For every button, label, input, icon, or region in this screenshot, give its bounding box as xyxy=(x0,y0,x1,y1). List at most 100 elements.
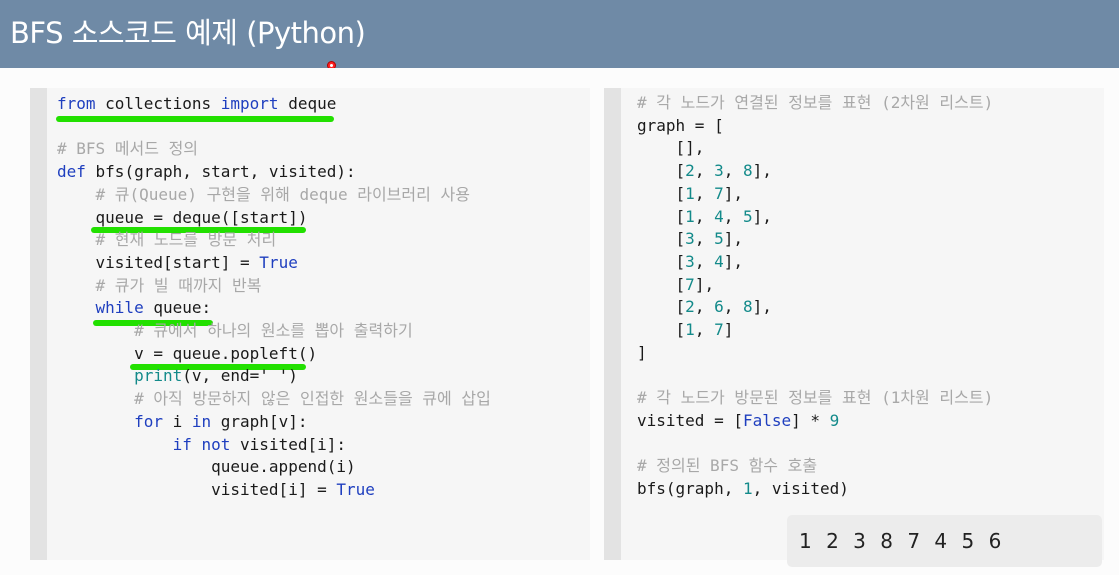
code-text: , xyxy=(694,320,715,340)
graph-row: [3, 5], xyxy=(637,228,993,251)
code-line: for i in graph[v]: xyxy=(57,411,491,434)
number-literal: 2 xyxy=(685,161,695,181)
keyword: True xyxy=(259,252,298,272)
code-text: , visited) xyxy=(752,478,849,498)
number-literal: 6 xyxy=(714,297,724,317)
code-text: , xyxy=(694,206,715,226)
code-text: ], xyxy=(752,297,772,317)
code-line: # 현재 노드를 방문 처리 xyxy=(57,229,491,252)
keyword: True xyxy=(336,479,375,499)
code-text: , xyxy=(723,206,743,226)
code-line: visited[start] = True xyxy=(57,252,491,275)
code-text: , xyxy=(723,161,743,181)
code-line: if not visited[i]: xyxy=(57,434,491,457)
graph-row: [7], xyxy=(637,274,993,297)
code-text: graph = [ xyxy=(637,115,724,135)
code-text: ] * xyxy=(791,410,830,430)
code-line: from collections import deque xyxy=(57,93,491,116)
number-literal: 9 xyxy=(829,410,840,430)
code-line: print(v, end=' ') xyxy=(57,365,491,388)
code-comment: # 큐(Queue) 구현을 위해 deque 라이브러리 사용 xyxy=(95,184,470,204)
graph-row: [3, 4], xyxy=(637,251,993,274)
graph-row: [], xyxy=(637,137,993,160)
code-comment: # 각 노드가 연결된 정보를 표현 (2차원 리스트) xyxy=(637,93,994,112)
right-code-gutter xyxy=(604,88,621,560)
number-literal: 1 xyxy=(742,478,753,498)
code-text: queue.append(i) xyxy=(211,457,356,477)
code-text: i xyxy=(162,411,192,431)
code-line: queue = deque([start]) xyxy=(57,207,491,230)
code-text: v = queue.popleft() xyxy=(134,343,318,363)
graph-row: [2, 3, 8], xyxy=(637,160,993,183)
code-comment: # 현재 노드를 방문 처리 xyxy=(95,230,277,250)
code-text: collections xyxy=(95,94,221,113)
code-text: [ xyxy=(675,320,686,340)
code-text: [ xyxy=(675,183,686,203)
graph-row: [1, 4, 5], xyxy=(637,206,993,229)
code-text: bfs(graph, start, visited): xyxy=(85,162,356,182)
code-text: , xyxy=(694,297,715,317)
code-line: # 아직 방문하지 않은 인접한 원소들을 큐에 삽입 xyxy=(57,388,491,411)
code-text: [ xyxy=(675,229,686,249)
number-literal: 1 xyxy=(685,206,695,226)
number-literal: 2 xyxy=(685,297,695,317)
code-text: ], xyxy=(723,183,743,203)
code-text: queue = deque([start]) xyxy=(95,207,308,227)
code-text: graph[v]: xyxy=(211,411,308,431)
code-line: bfs(graph, 1, visited) xyxy=(637,478,993,501)
right-code-block: # 각 노드가 연결된 정보를 표현 (2차원 리스트) graph = [ []… xyxy=(637,92,993,501)
code-text: , xyxy=(694,229,715,249)
code-line: visited[i] = True xyxy=(57,479,491,502)
graph-rows: [], [2, 3, 8], [1, 7], [1, 4, 5], [3, 5]… xyxy=(637,137,993,341)
code-text: [ xyxy=(675,297,686,317)
code-text: , xyxy=(694,251,715,271)
code-comment: # 아직 방문하지 않은 인접한 원소들을 큐에 삽입 xyxy=(134,389,491,409)
number-literal: 1 xyxy=(685,320,695,340)
code-text: queue: xyxy=(143,298,212,318)
title-bar: BFS 소스코드 예제 (Python) xyxy=(0,0,1119,68)
code-text: bfs(graph, xyxy=(637,478,743,498)
keyword: in xyxy=(191,411,212,431)
code-text: [], xyxy=(675,138,705,158)
code-line: # 큐(Queue) 구현을 위해 deque 라이브러리 사용 xyxy=(57,184,491,207)
number-literal: 4 xyxy=(714,251,724,271)
output-box: 1 2 3 8 7 4 5 6 xyxy=(787,515,1102,567)
graph-row: [2, 6, 8], xyxy=(637,296,993,319)
code-line: while queue: xyxy=(57,297,491,320)
code-text: visited[i]: xyxy=(230,434,346,454)
code-comment: # 각 노드가 방문된 정보를 표현 (1차원 리스트) xyxy=(637,388,994,408)
code-line: v = queue.popleft() xyxy=(57,343,491,366)
code-text: ], xyxy=(723,229,743,249)
graph-row: [1, 7], xyxy=(637,183,993,206)
code-text: visited = [ xyxy=(637,410,743,430)
code-text: deque xyxy=(278,94,337,113)
code-text: , xyxy=(694,183,715,203)
slide-title: BFS 소스코드 예제 (Python) xyxy=(10,16,366,50)
code-line: def bfs(graph, start, visited): xyxy=(57,161,491,184)
number-literal: 7 xyxy=(685,274,695,294)
code-line: queue.append(i) xyxy=(57,456,491,479)
keyword: from xyxy=(57,94,96,113)
number-literal: 1 xyxy=(685,183,695,203)
code-text: ] xyxy=(637,342,647,362)
code-text: ], xyxy=(752,206,772,226)
code-line: # 큐에서 하나의 원소를 뽑아 출력하기 xyxy=(57,320,491,343)
keyword: def xyxy=(57,162,86,182)
keyword: if xyxy=(172,434,192,454)
code-text: visited[start] = xyxy=(95,252,260,272)
keyword: import xyxy=(220,94,279,113)
number-literal: 7 xyxy=(714,320,724,340)
number-literal: 8 xyxy=(742,161,753,181)
code-text: ], xyxy=(723,251,743,271)
number-literal: 4 xyxy=(714,206,724,226)
left-code-block: from collections import deque # BFS 메서드 … xyxy=(57,93,491,502)
code-text: (v, end=' ') xyxy=(182,366,298,386)
number-literal: 5 xyxy=(714,229,724,249)
code-text: ] xyxy=(723,320,734,340)
number-literal: 3 xyxy=(685,251,695,271)
keyword: for xyxy=(134,411,163,431)
output-text: 1 2 3 8 7 4 5 6 xyxy=(799,529,1006,553)
number-literal: 5 xyxy=(742,206,753,226)
